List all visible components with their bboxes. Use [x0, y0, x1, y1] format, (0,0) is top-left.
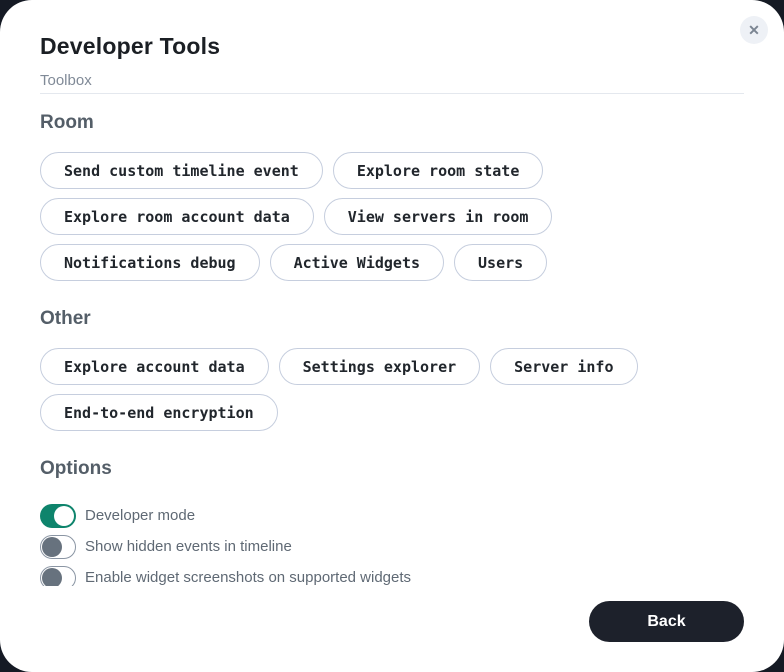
room-buttons: Send custom timeline event Explore room … — [40, 152, 744, 281]
toggle-row-widget-screenshots: Enable widget screenshots on supported w… — [40, 566, 744, 586]
dialog-footer: Back — [0, 586, 784, 672]
show-hidden-events-toggle[interactable] — [40, 535, 76, 559]
section-heading-other: Other — [40, 307, 744, 331]
dialog-content: Developer Tools Toolbox Room Send custom… — [0, 0, 784, 586]
toggle-label: Show hidden events in timeline — [85, 537, 292, 557]
toggle-knob — [54, 506, 74, 526]
close-icon: ✕ — [748, 23, 760, 37]
toggle-label: Developer mode — [85, 506, 195, 526]
overlay-backdrop: ✕ Developer Tools Toolbox Room Send cust… — [0, 0, 784, 672]
toggle-row-show-hidden-events: Show hidden events in timeline — [40, 535, 744, 559]
dialog-subtitle: Toolbox — [40, 72, 744, 90]
options-toggles: Developer mode Show hidden events in tim… — [40, 504, 744, 586]
server-info-button[interactable]: Server info — [490, 348, 637, 385]
explore-account-data-button[interactable]: Explore account data — [40, 348, 269, 385]
explore-room-state-button[interactable]: Explore room state — [333, 152, 544, 189]
users-button[interactable]: Users — [454, 244, 547, 281]
other-buttons: Explore account data Settings explorer S… — [40, 348, 744, 431]
toggle-knob — [42, 537, 62, 557]
divider — [40, 93, 744, 94]
explore-room-account-data-button[interactable]: Explore room account data — [40, 198, 314, 235]
view-servers-in-room-button[interactable]: View servers in room — [324, 198, 553, 235]
notifications-debug-button[interactable]: Notifications debug — [40, 244, 260, 281]
section-heading-options: Options — [40, 457, 744, 481]
page-title: Developer Tools — [40, 32, 744, 60]
settings-explorer-button[interactable]: Settings explorer — [279, 348, 481, 385]
developer-mode-toggle[interactable] — [40, 504, 76, 528]
section-heading-room: Room — [40, 111, 744, 135]
toggle-label: Enable widget screenshots on supported w… — [85, 568, 411, 586]
active-widgets-button[interactable]: Active Widgets — [270, 244, 444, 281]
back-button[interactable]: Back — [589, 601, 744, 642]
end-to-end-encryption-button[interactable]: End-to-end encryption — [40, 394, 278, 431]
developer-tools-dialog: ✕ Developer Tools Toolbox Room Send cust… — [0, 0, 784, 672]
widget-screenshots-toggle[interactable] — [40, 566, 76, 586]
toggle-knob — [42, 568, 62, 586]
close-button[interactable]: ✕ — [740, 16, 768, 44]
send-custom-timeline-event-button[interactable]: Send custom timeline event — [40, 152, 323, 189]
toggle-row-developer-mode: Developer mode — [40, 504, 744, 528]
